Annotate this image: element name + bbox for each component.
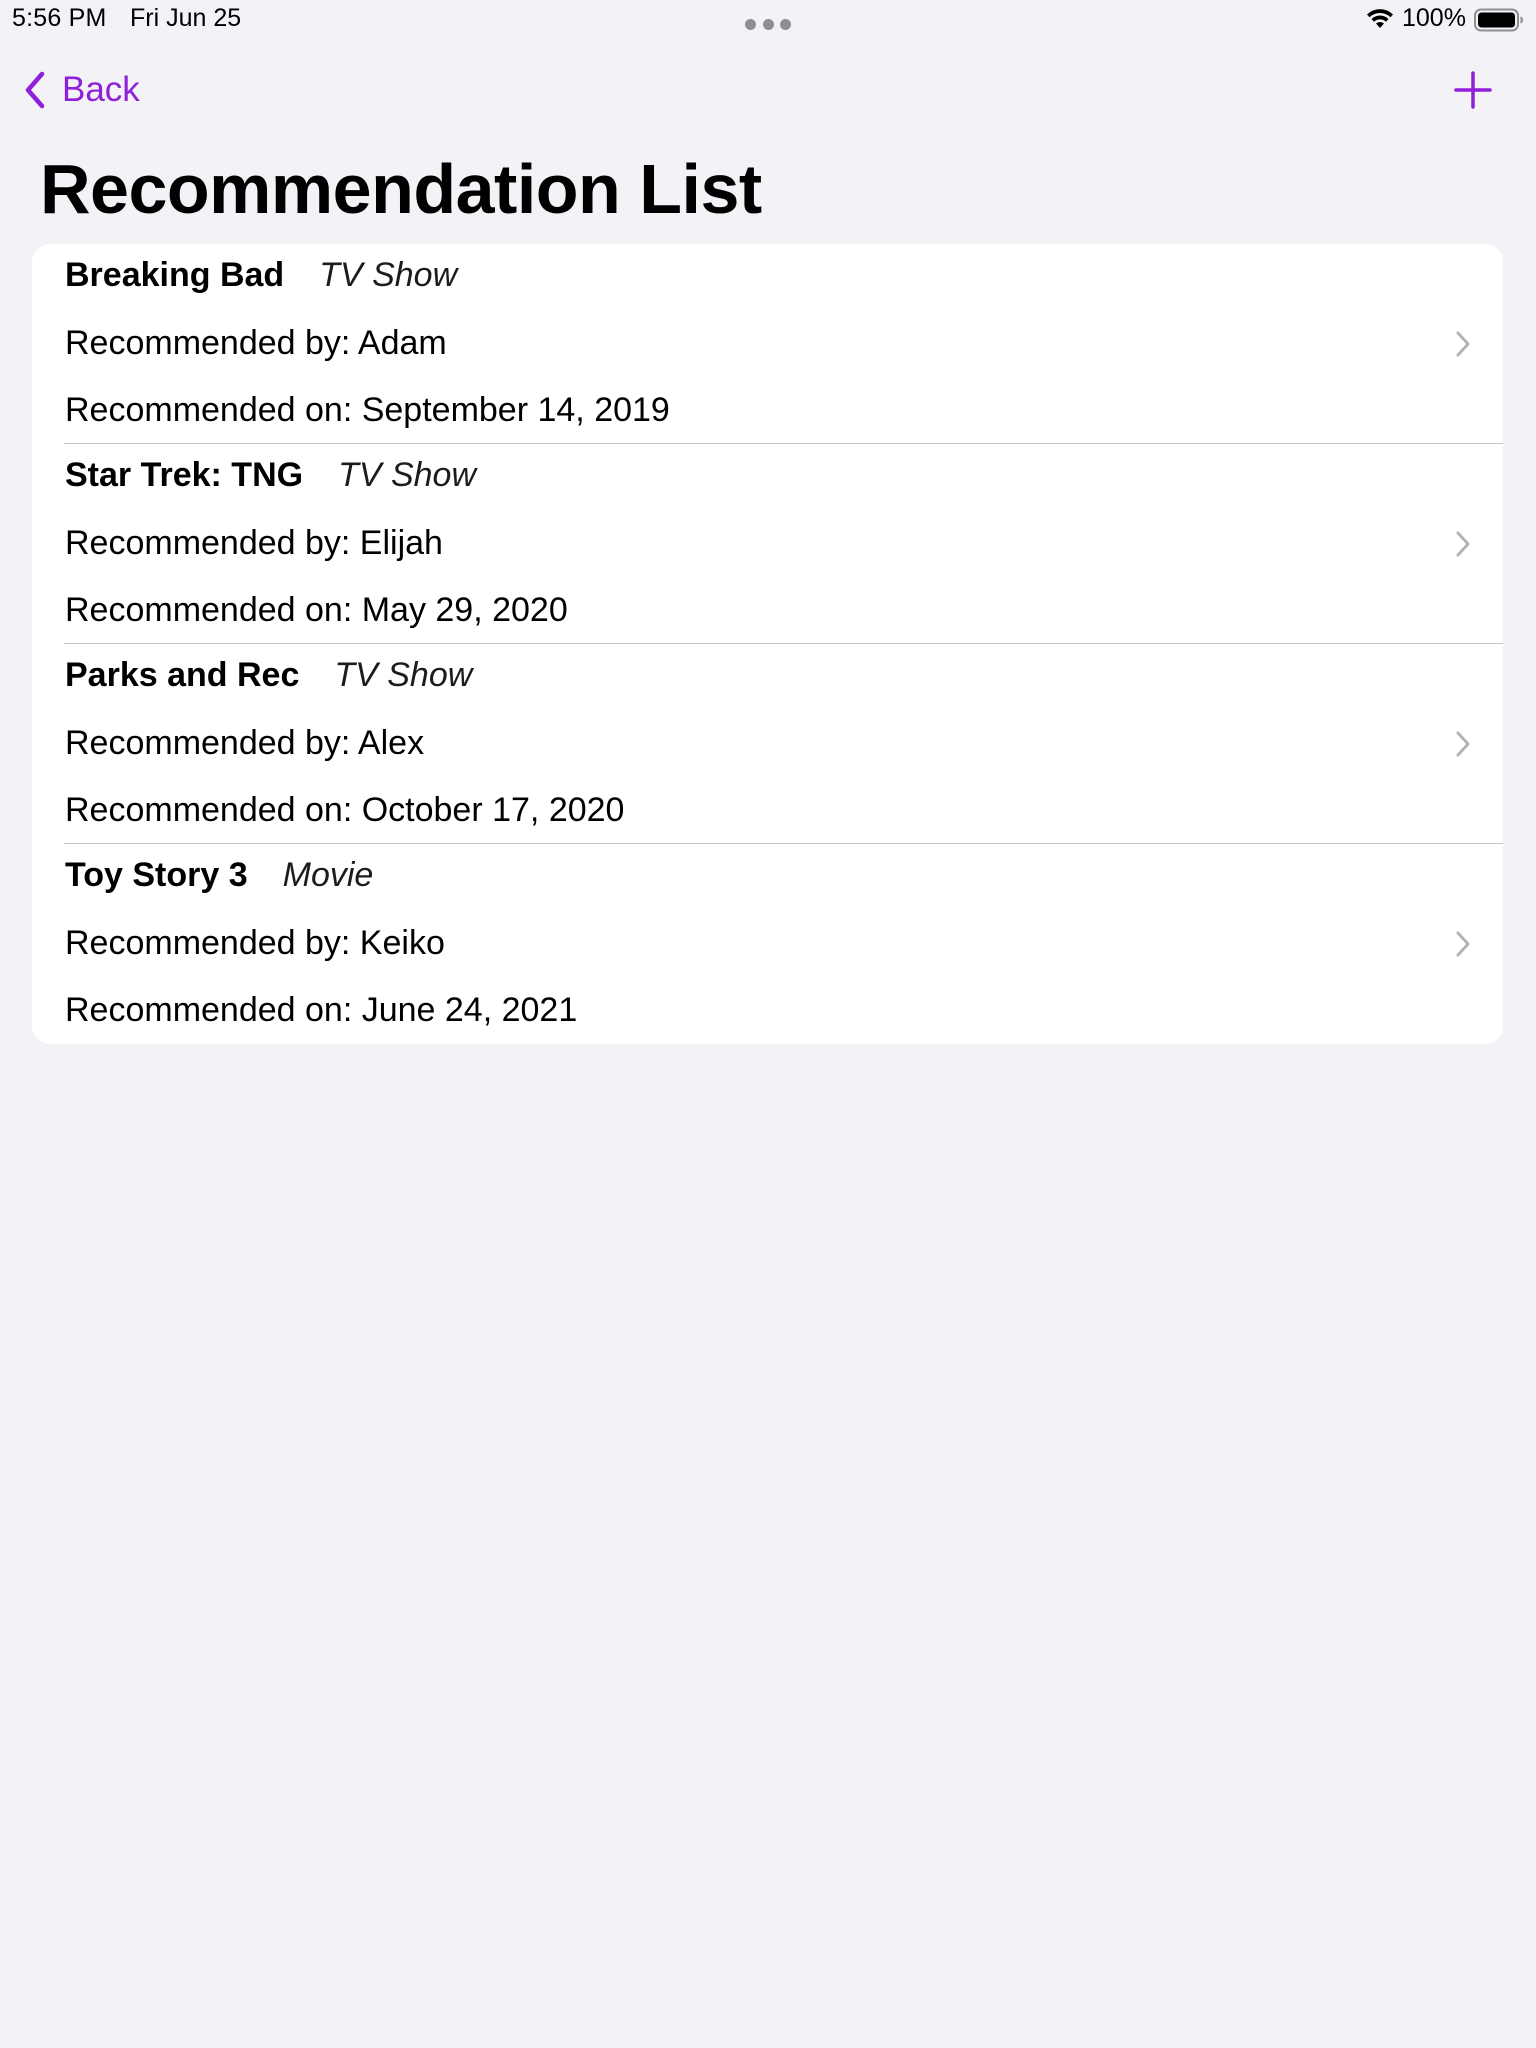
status-time: 5:56 PM: [12, 4, 107, 32]
chevron-right-icon: [1456, 331, 1470, 357]
item-type: TV Show: [334, 656, 473, 694]
item-recommended-on: Recommended on: October 17, 2020: [65, 791, 625, 829]
item-title: Toy Story 3: [65, 856, 248, 894]
back-button[interactable]: Back: [20, 66, 140, 114]
list-item[interactable]: Parks and Rec TV Show Recommended by: Al…: [32, 644, 1503, 844]
item-type: TV Show: [319, 256, 458, 294]
status-bar: 5:56 PM Fri Jun 25 100%: [0, 0, 1536, 40]
list-item[interactable]: Star Trek: TNG TV Show Recommended by: E…: [32, 444, 1503, 644]
item-title: Breaking Bad: [65, 256, 285, 294]
item-title-row: Toy Story 3 Movie: [65, 856, 373, 898]
chevron-right-icon: [1456, 931, 1470, 957]
item-recommended-by: Recommended by: Keiko: [65, 924, 445, 962]
chevron-left-icon: [25, 71, 45, 109]
item-recommended-on: Recommended on: May 29, 2020: [65, 591, 568, 629]
item-recommended-by: Recommended by: Alex: [65, 724, 425, 762]
wifi-icon: [1367, 9, 1393, 28]
list-item[interactable]: Toy Story 3 Movie Recommended by: Keiko …: [32, 844, 1503, 1044]
item-recommended-by: Recommended by: Adam: [65, 324, 447, 362]
status-date: Fri Jun 25: [130, 4, 242, 32]
item-title: Parks and Rec: [65, 656, 300, 694]
item-title-row: Breaking Bad TV Show: [65, 256, 457, 298]
list-item[interactable]: Breaking Bad TV Show Recommended by: Ada…: [32, 244, 1503, 444]
item-title: Star Trek: TNG: [65, 456, 304, 494]
page-title: Recommendation List: [40, 150, 762, 228]
item-recommended-on: Recommended on: September 14, 2019: [65, 391, 670, 429]
chevron-right-icon: [1456, 531, 1470, 557]
battery-percent: 100%: [1402, 4, 1466, 32]
chevron-right-icon: [1456, 731, 1470, 757]
item-title-row: Star Trek: TNG TV Show: [65, 456, 476, 498]
multitasking-dots-icon[interactable]: [745, 19, 791, 30]
recommendation-list: Breaking Bad TV Show Recommended by: Ada…: [32, 244, 1503, 1044]
plus-icon[interactable]: [1453, 70, 1493, 110]
item-title-row: Parks and Rec TV Show: [65, 656, 472, 698]
item-type: TV Show: [338, 456, 477, 494]
item-type: Movie: [282, 856, 374, 894]
item-recommended-on: Recommended on: June 24, 2021: [65, 991, 578, 1029]
back-label: Back: [62, 70, 140, 109]
battery-icon: [1474, 8, 1523, 32]
item-recommended-by: Recommended by: Elijah: [65, 524, 443, 562]
